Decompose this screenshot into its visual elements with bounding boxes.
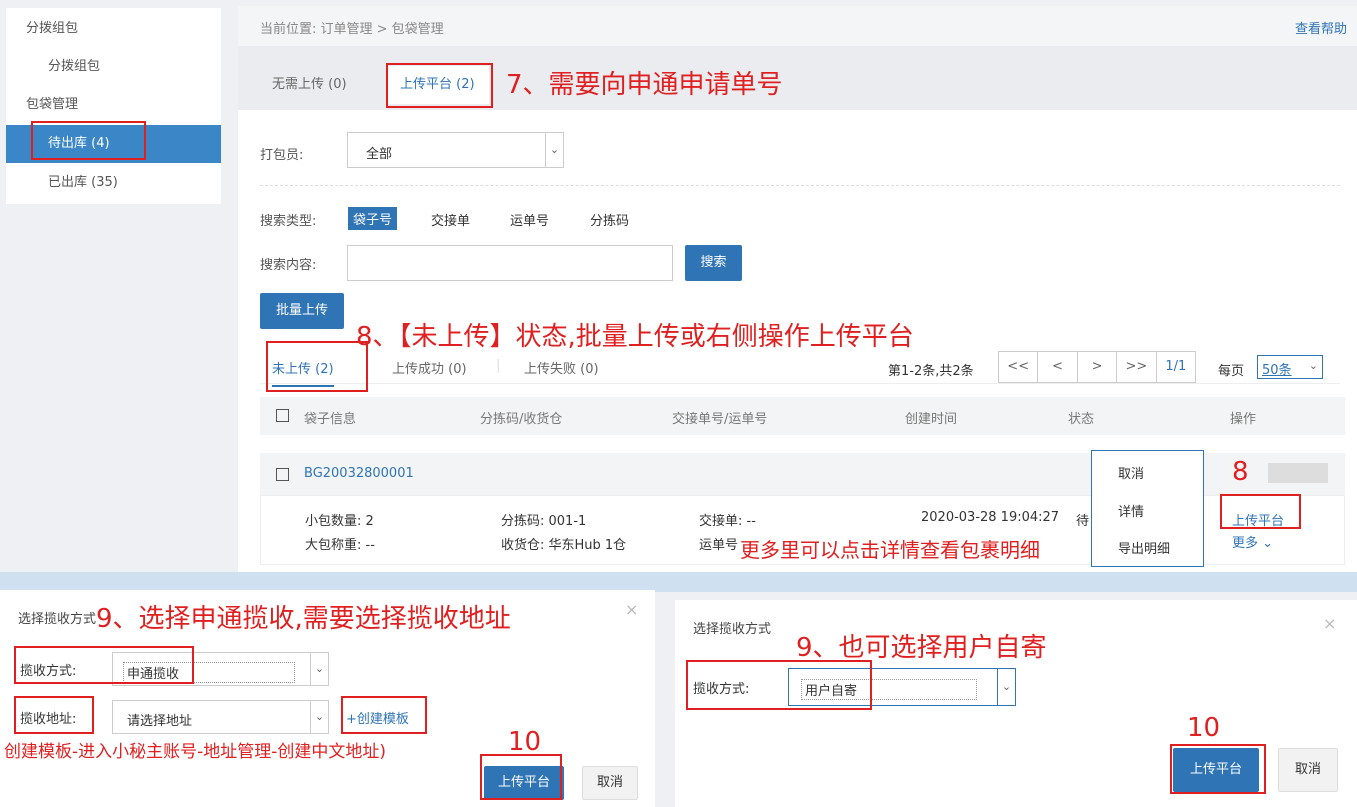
breadcrumb: 当前位置: 订单管理 > 包袋管理 <box>260 22 444 37</box>
created-time: 2020-03-28 19:04:27 <box>921 510 1060 525</box>
small-qty: 小包数量: 2 <box>305 514 374 529</box>
sidebar-group-sorting: 分拨组包 <box>26 21 79 36</box>
chevron-down-icon: ⌄ <box>1308 359 1318 372</box>
search-type-bag[interactable]: 袋子号 <box>348 207 398 230</box>
per-page-label: 每页 <box>1218 364 1245 379</box>
search-type-waybill[interactable]: 运单号 <box>510 210 549 229</box>
breadcrumb-bar: 当前位置: 订单管理 > 包袋管理 查看帮助 <box>238 6 1357 46</box>
annotation-template: 创建模板-进入小秘主账号-地址管理-创建中文地址) <box>4 742 387 762</box>
highlight-not-uploaded-tab <box>266 341 368 392</box>
big-weight: 大包称重: -- <box>305 538 375 553</box>
pagination: << < > >> 1/1 <box>998 351 1196 383</box>
highlight-upload-link <box>1220 494 1301 529</box>
col-bag-info: 袋子信息 <box>304 412 357 427</box>
more-label: 更多 <box>1232 536 1259 551</box>
annotation-10-right: 10 <box>1187 713 1221 743</box>
cancel-button[interactable]: 取消 <box>582 766 638 800</box>
select-all-checkbox[interactable] <box>276 409 289 422</box>
packer-select[interactable]: 全部 ⌄ <box>347 132 564 168</box>
more-link[interactable]: 更多 ⌄ <box>1232 532 1273 551</box>
dialog-title: 选择揽收方式 <box>693 622 772 637</box>
page-last-button[interactable]: >> <box>1117 352 1157 382</box>
page-next-button[interactable]: > <box>1078 352 1118 382</box>
col-handover: 交接单号/运单号 <box>672 412 768 427</box>
bag-number-link[interactable]: BG20032800001 <box>304 466 414 481</box>
blurred-element <box>1268 463 1328 483</box>
handover: 交接单: -- <box>699 514 756 529</box>
page-prev-button[interactable]: < <box>1038 352 1078 382</box>
subtab-upload-success[interactable]: 上传成功 (0) <box>392 358 467 377</box>
search-button[interactable]: 搜索 <box>685 245 742 281</box>
sidebar: 分拨组包 分拨组包 包袋管理 待出库 (4) 已出库 (35) <box>6 8 221 204</box>
sidebar-item-sorting[interactable]: 分拨组包 <box>6 48 221 86</box>
address-select[interactable]: 请选择地址 ⌄ <box>112 700 329 734</box>
highlight-ok-right <box>1170 744 1266 794</box>
status-text: 待 <box>1076 514 1090 529</box>
tab-no-upload[interactable]: 无需上传 (0) <box>258 66 361 104</box>
close-icon[interactable]: × <box>1323 614 1336 633</box>
highlight-create-template <box>341 696 427 734</box>
subtab-separator: | <box>496 358 501 373</box>
page-first-button[interactable]: << <box>999 352 1039 382</box>
divider <box>260 185 1340 186</box>
chevron-down-icon: ⌄ <box>997 669 1015 705</box>
dialog-title: 选择揽收方式 <box>18 612 97 627</box>
batch-upload-button[interactable]: 批量上传 <box>260 293 344 329</box>
more-dropdown: 取消 详情 导出明细 <box>1091 450 1204 567</box>
pagination-summary: 第1-2条,共2条 <box>888 364 974 379</box>
sidebar-group-bag-management: 包袋管理 <box>26 97 79 112</box>
col-status: 状态 <box>1068 412 1095 427</box>
subtab-upload-failed[interactable]: 上传失败 (0) <box>524 358 599 377</box>
annotation-8: 8 <box>1232 457 1249 487</box>
menu-item-details[interactable]: 详情 <box>1118 501 1144 520</box>
search-type-sortcode[interactable]: 分拣码 <box>590 210 629 229</box>
chevron-down-icon: ⌄ <box>1262 536 1274 551</box>
highlight-method-left <box>14 646 194 684</box>
menu-item-export[interactable]: 导出明细 <box>1118 538 1170 557</box>
highlight-pending-outbound <box>31 121 146 160</box>
col-sortcode: 分拣码/收货仓 <box>480 412 563 427</box>
search-type-handover[interactable]: 交接单 <box>431 210 470 229</box>
per-page-select[interactable]: 50条 ⌄ <box>1257 355 1323 379</box>
sidebar-item-outbound[interactable]: 已出库 (35) <box>6 164 221 202</box>
search-content-label: 搜索内容: <box>260 258 317 273</box>
highlight-upload-tab <box>386 63 493 108</box>
chevron-down-icon: ⌄ <box>310 701 328 733</box>
address-placeholder: 请选择地址 <box>127 714 193 729</box>
per-page-value: 50条 <box>1262 363 1292 378</box>
background-strip <box>0 572 1357 592</box>
packer-value: 全部 <box>366 147 393 162</box>
highlight-address-label <box>14 696 94 734</box>
annotation-step9-right: 9、也可选择用户自寄 <box>796 633 1047 663</box>
row-checkbox[interactable] <box>276 468 289 481</box>
highlight-ok-left <box>480 754 562 800</box>
search-type-label: 搜索类型: <box>260 214 317 229</box>
annotation-step7: 7、需要向申通申请单号 <box>506 70 783 100</box>
annotation-step8: 8、【未上传】状态,批量上传或右侧操作上传平台 <box>356 322 914 352</box>
sort-code: 分拣码: 001-1 <box>501 514 587 529</box>
col-created: 创建时间 <box>905 412 958 427</box>
chevron-down-icon: ⌄ <box>545 133 563 167</box>
page-indicator: 1/1 <box>1165 359 1187 374</box>
waybill: 运单号 <box>699 538 739 553</box>
close-icon[interactable]: × <box>625 600 638 619</box>
chevron-down-icon: ⌄ <box>310 653 328 685</box>
help-link[interactable]: 查看帮助 <box>1295 18 1347 37</box>
menu-item-cancel[interactable]: 取消 <box>1118 463 1144 482</box>
warehouse: 收货仓: 华东Hub 1仓 <box>501 538 627 553</box>
col-actions: 操作 <box>1230 412 1257 427</box>
table-header: 袋子信息 分拣码/收货仓 交接单号/运单号 创建时间 状态 操作 <box>260 397 1345 435</box>
packer-label: 打包员: <box>260 148 304 163</box>
annotation-step9-left: 9、选择申通揽收,需要选择揽收地址 <box>96 598 511 635</box>
highlight-method-right <box>686 660 872 710</box>
annotation-more: 更多里可以点击详情查看包裹明细 <box>740 534 1040 563</box>
cancel-button[interactable]: 取消 <box>1278 748 1338 792</box>
annotation-10-left: 10 <box>508 727 542 757</box>
search-input[interactable] <box>347 245 673 281</box>
